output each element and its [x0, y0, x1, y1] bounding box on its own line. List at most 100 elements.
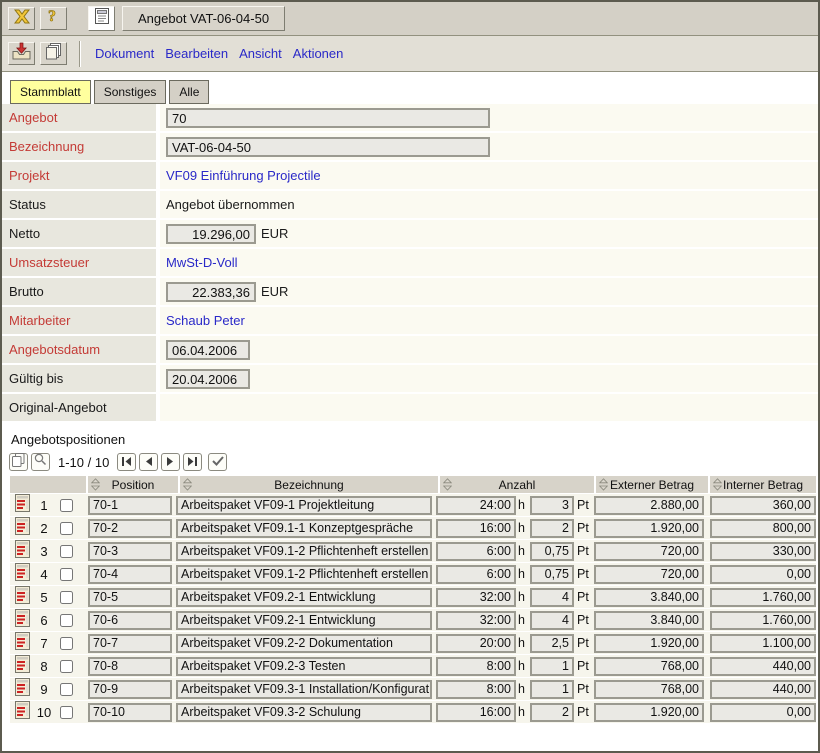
interner-betrag-input[interactable]: 800,00 [710, 519, 816, 538]
last-page-button[interactable] [183, 453, 202, 471]
apply-check-button[interactable] [208, 453, 227, 471]
anzahl-input[interactable]: 24:00 [436, 496, 516, 515]
faktor-input[interactable]: 2 [530, 703, 574, 722]
angebot-input[interactable]: 70 [166, 108, 490, 128]
interner-betrag-input[interactable]: 440,00 [710, 680, 816, 699]
interner-betrag-input[interactable]: 1.100,00 [710, 634, 816, 653]
tab-alle[interactable]: Alle [169, 80, 209, 104]
anzahl-input[interactable]: 6:00 [436, 542, 516, 561]
faktor-input[interactable]: 3 [530, 496, 574, 515]
bezeichnung-input[interactable]: Arbeitspaket VF09.1-2 Pflichtenheft erst… [176, 542, 432, 561]
prev-page-button[interactable] [139, 453, 158, 471]
open-position-button[interactable] [10, 655, 34, 678]
bezeichnung-input[interactable]: VAT-06-04-50 [166, 137, 490, 157]
brutto-input[interactable]: 22.383,36 [166, 282, 256, 302]
row-checkbox[interactable] [60, 568, 73, 581]
open-position-button[interactable] [10, 563, 34, 586]
close-button[interactable] [8, 7, 35, 30]
row-checkbox[interactable] [60, 637, 73, 650]
position-input[interactable]: 70-8 [88, 657, 172, 676]
pager-copy-button[interactable] [9, 453, 28, 471]
faktor-input[interactable]: 4 [530, 588, 574, 607]
document-button[interactable] [88, 6, 115, 31]
open-position-button[interactable] [10, 540, 34, 563]
position-input[interactable]: 70-5 [88, 588, 172, 607]
bezeichnung-input[interactable]: Arbeitspaket VF09-1 Projektleitung [176, 496, 432, 515]
projekt-link[interactable]: VF09 Einführung Projectile [166, 168, 321, 183]
row-checkbox[interactable] [60, 683, 73, 696]
anzahl-input[interactable]: 20:00 [436, 634, 516, 653]
bezeichnung-input[interactable]: Arbeitspaket VF09.2-1 Entwicklung [176, 588, 432, 607]
anzahl-input[interactable]: 8:00 [436, 680, 516, 699]
interner-betrag-input[interactable]: 1.760,00 [710, 611, 816, 630]
anzahl-input[interactable]: 6:00 [436, 565, 516, 584]
externer-betrag-input[interactable]: 720,00 [594, 542, 704, 561]
menu-bearbeiten[interactable]: Bearbeiten [165, 46, 228, 61]
open-position-button[interactable] [10, 632, 34, 655]
externer-betrag-input[interactable]: 768,00 [594, 680, 704, 699]
menu-ansicht[interactable]: Ansicht [239, 46, 282, 61]
copy-button[interactable] [40, 42, 67, 65]
import-button[interactable] [8, 42, 35, 65]
faktor-input[interactable]: 1 [530, 657, 574, 676]
anzahl-input[interactable]: 16:00 [436, 519, 516, 538]
externer-betrag-input[interactable]: 768,00 [594, 657, 704, 676]
faktor-input[interactable]: 4 [530, 611, 574, 630]
row-checkbox[interactable] [60, 614, 73, 627]
bezeichnung-input[interactable]: Arbeitspaket VF09.2-3 Testen [176, 657, 432, 676]
faktor-input[interactable]: 0,75 [530, 565, 574, 584]
bezeichnung-input[interactable]: Arbeitspaket VF09.2-2 Dokumentation [176, 634, 432, 653]
interner-betrag-input[interactable]: 440,00 [710, 657, 816, 676]
header-anzahl[interactable]: Anzahl [440, 476, 594, 493]
next-page-button[interactable] [161, 453, 180, 471]
position-input[interactable]: 70-1 [88, 496, 172, 515]
header-interner-betrag[interactable]: Interner Betrag [710, 476, 816, 493]
first-page-button[interactable] [117, 453, 136, 471]
row-checkbox[interactable] [60, 660, 73, 673]
window-title-tab[interactable]: Angebot VAT-06-04-50 [122, 6, 285, 31]
pager-search-button[interactable] [31, 453, 50, 471]
row-checkbox[interactable] [60, 522, 73, 535]
externer-betrag-input[interactable]: 3.840,00 [594, 611, 704, 630]
bezeichnung-input[interactable]: Arbeitspaket VF09.1-1 Konzeptgespräche [176, 519, 432, 538]
open-position-button[interactable] [10, 701, 34, 724]
help-button[interactable]: ? [40, 7, 67, 30]
faktor-input[interactable]: 2 [530, 519, 574, 538]
position-input[interactable]: 70-10 [88, 703, 172, 722]
position-input[interactable]: 70-4 [88, 565, 172, 584]
anzahl-input[interactable]: 8:00 [436, 657, 516, 676]
position-input[interactable]: 70-9 [88, 680, 172, 699]
externer-betrag-input[interactable]: 3.840,00 [594, 588, 704, 607]
menu-dokument[interactable]: Dokument [95, 46, 154, 61]
position-input[interactable]: 70-3 [88, 542, 172, 561]
anzahl-input[interactable]: 32:00 [436, 588, 516, 607]
row-checkbox[interactable] [60, 706, 73, 719]
faktor-input[interactable]: 2,5 [530, 634, 574, 653]
header-externer-betrag[interactable]: Externer Betrag [596, 476, 708, 493]
header-position[interactable]: Position [88, 476, 178, 493]
bezeichnung-input[interactable]: Arbeitspaket VF09.3-2 Schulung [176, 703, 432, 722]
umsatzsteuer-link[interactable]: MwSt-D-Voll [166, 255, 238, 270]
externer-betrag-input[interactable]: 1.920,00 [594, 519, 704, 538]
open-position-button[interactable] [10, 609, 34, 632]
externer-betrag-input[interactable]: 720,00 [594, 565, 704, 584]
bezeichnung-input[interactable]: Arbeitspaket VF09.1-2 Pflichtenheft erst… [176, 565, 432, 584]
interner-betrag-input[interactable]: 330,00 [710, 542, 816, 561]
interner-betrag-input[interactable]: 0,00 [710, 703, 816, 722]
bezeichnung-input[interactable]: Arbeitspaket VF09.2-1 Entwicklung [176, 611, 432, 630]
anzahl-input[interactable]: 32:00 [436, 611, 516, 630]
header-bezeichnung[interactable]: Bezeichnung [180, 476, 438, 493]
externer-betrag-input[interactable]: 1.920,00 [594, 634, 704, 653]
externer-betrag-input[interactable]: 2.880,00 [594, 496, 704, 515]
externer-betrag-input[interactable]: 1.920,00 [594, 703, 704, 722]
mitarbeiter-link[interactable]: Schaub Peter [166, 313, 245, 328]
interner-betrag-input[interactable]: 360,00 [710, 496, 816, 515]
position-input[interactable]: 70-2 [88, 519, 172, 538]
menu-aktionen[interactable]: Aktionen [293, 46, 344, 61]
position-input[interactable]: 70-6 [88, 611, 172, 630]
tab-sonstiges[interactable]: Sonstiges [94, 80, 167, 104]
netto-input[interactable]: 19.296,00 [166, 224, 256, 244]
row-checkbox[interactable] [60, 545, 73, 558]
anzahl-input[interactable]: 16:00 [436, 703, 516, 722]
open-position-button[interactable] [10, 494, 34, 517]
